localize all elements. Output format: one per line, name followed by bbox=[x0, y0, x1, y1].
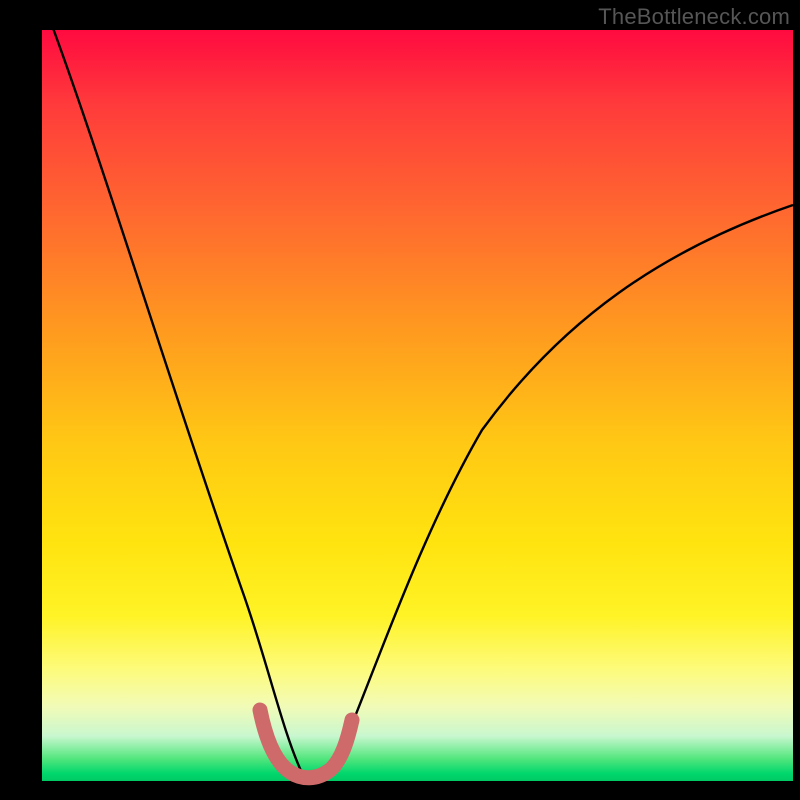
bottleneck-curve bbox=[50, 20, 793, 777]
minimum-u-marker bbox=[260, 710, 352, 778]
chart-plot-area bbox=[42, 30, 793, 781]
watermark-text: TheBottleneck.com bbox=[598, 4, 790, 30]
chart-curve-layer bbox=[42, 30, 793, 781]
